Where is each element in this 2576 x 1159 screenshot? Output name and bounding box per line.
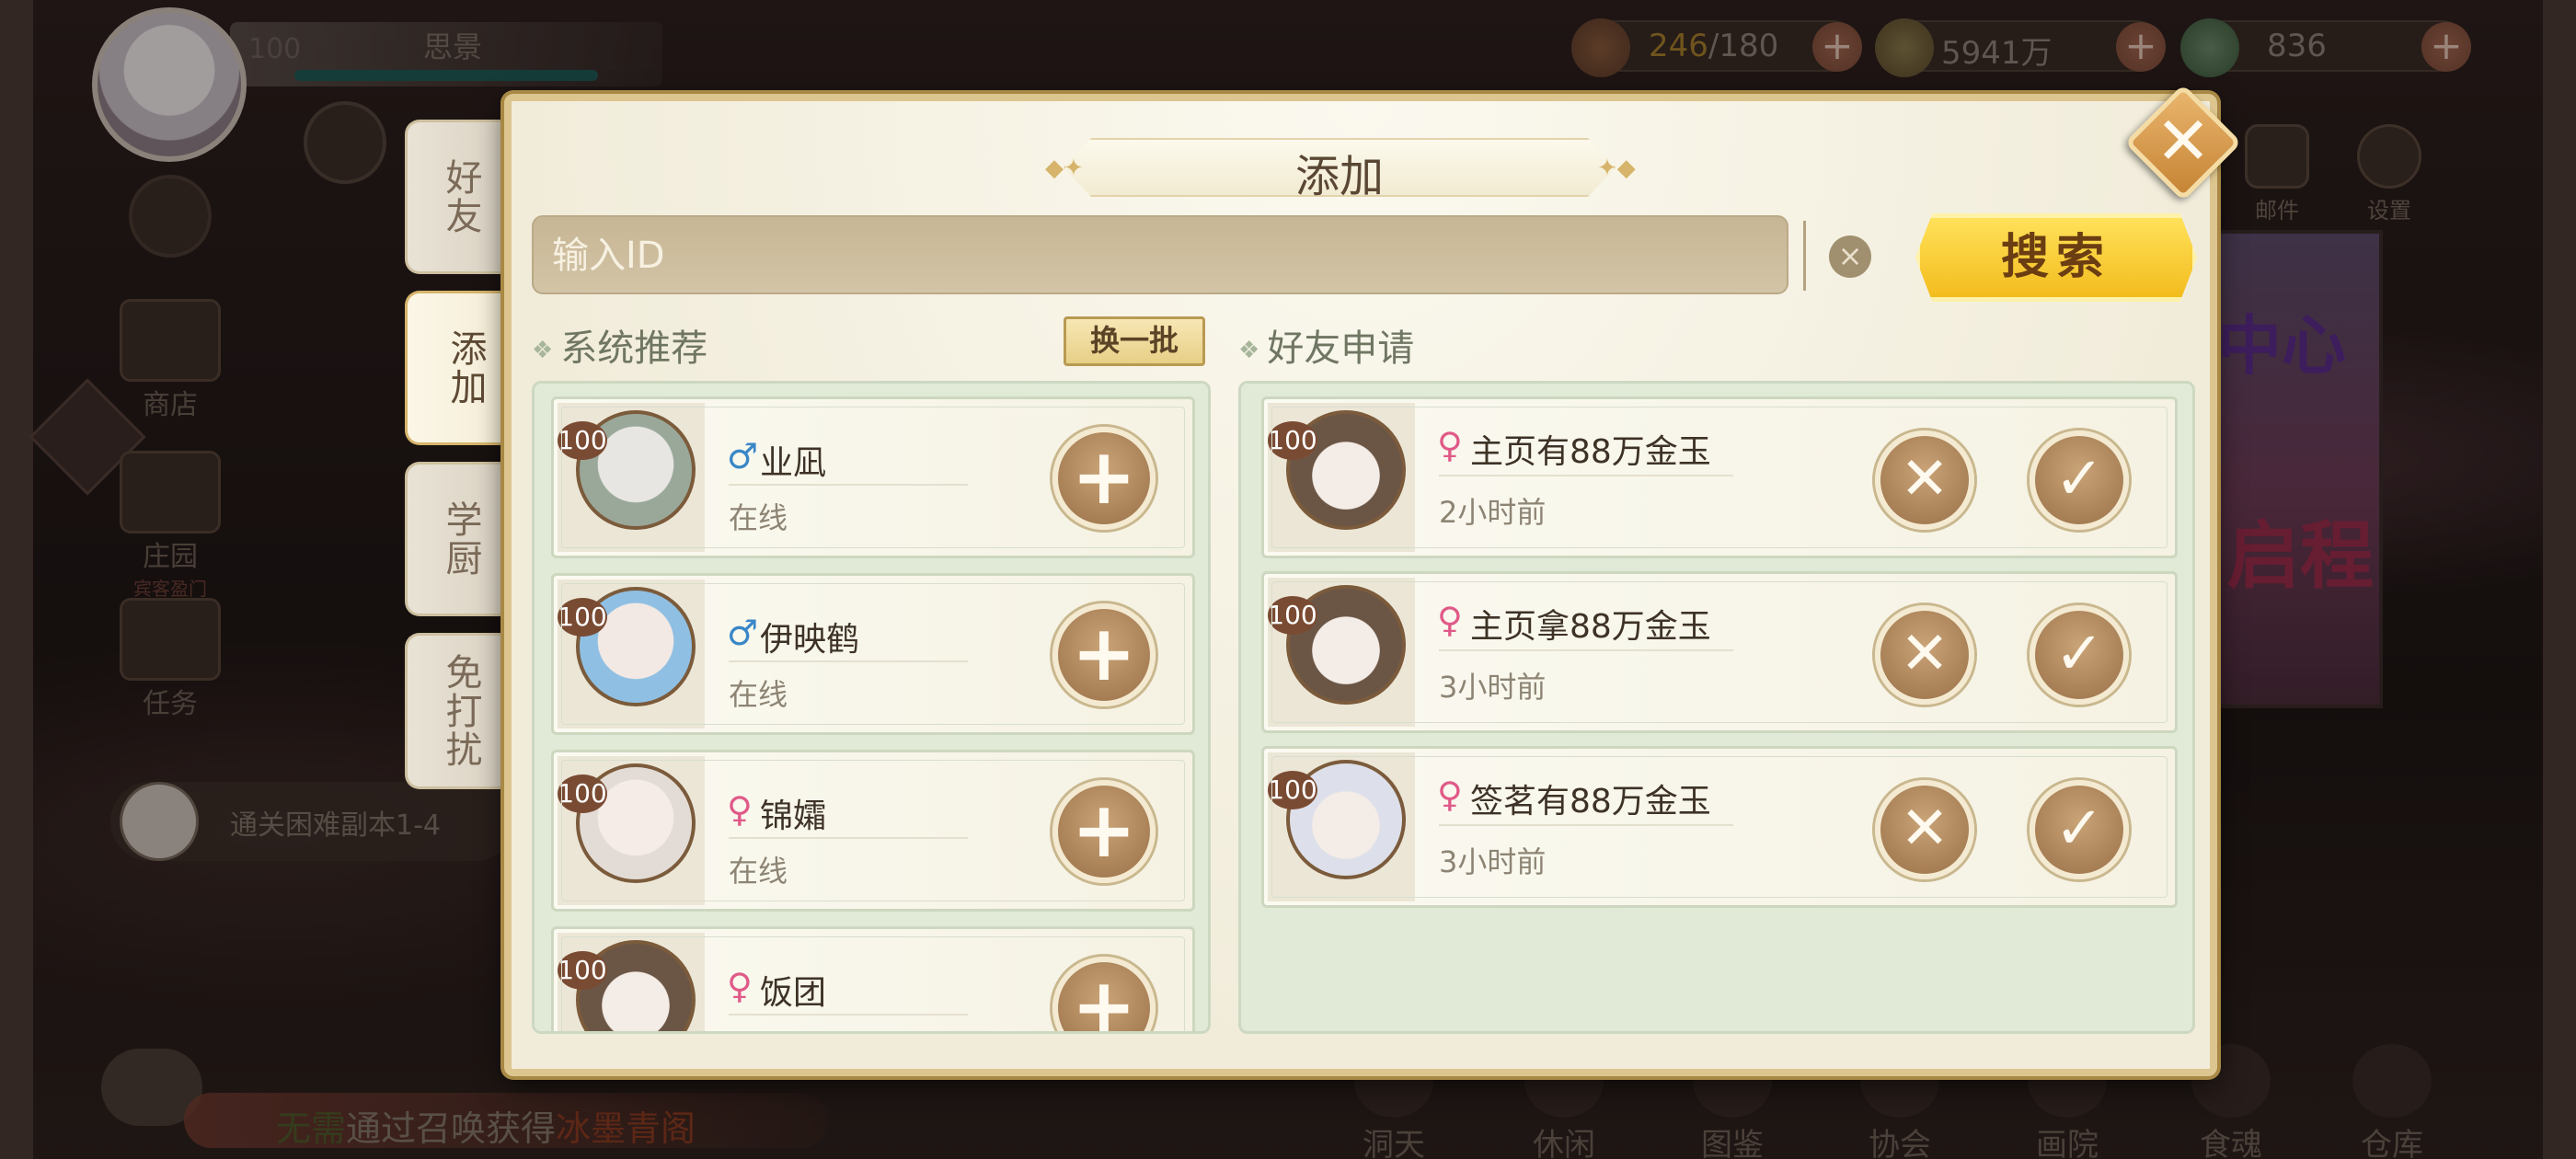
- tab-label: 学厨: [439, 500, 482, 578]
- list-item: 100 ♂ 伊映鹤 在线 +: [551, 573, 1195, 735]
- level-badge: 100: [558, 775, 607, 813]
- list-item: 100 ♀ 锦孀 在线 +: [551, 750, 1195, 912]
- search-bar: ×: [532, 215, 1871, 294]
- female-icon: ♀: [727, 789, 753, 830]
- tab-label: 免打扰: [439, 653, 482, 769]
- dialog-title: 添加: [1294, 151, 1384, 202]
- add-friend-button[interactable]: +: [1052, 957, 1156, 1031]
- requests-header: ❖ 好友申请: [1238, 318, 1414, 372]
- accept-button[interactable]: ✓: [2030, 605, 2129, 705]
- requests-title: 好友申请: [1267, 327, 1415, 370]
- tab-apprentice[interactable]: 学厨: [405, 462, 513, 616]
- online-status: 在线: [729, 500, 788, 535]
- search-input[interactable]: [552, 226, 1656, 285]
- reject-button[interactable]: ✕: [1875, 605, 1974, 705]
- online-status: 在线: [729, 854, 788, 889]
- level-badge: 100: [1268, 771, 1317, 809]
- accept-button[interactable]: ✓: [2030, 430, 2129, 530]
- player-name: 饭团: [760, 974, 827, 1012]
- level-badge: 100: [558, 951, 607, 990]
- add-friend-button[interactable]: +: [1052, 427, 1156, 530]
- male-icon: ♂: [727, 436, 759, 476]
- add-friend-button[interactable]: +: [1052, 780, 1156, 883]
- recommend-header: ❖ 系统推荐: [532, 318, 707, 372]
- reject-button[interactable]: ✕: [1875, 430, 1974, 530]
- request-time: 3小时前: [1439, 844, 1547, 879]
- female-icon: ♀: [727, 966, 753, 1006]
- recommend-title: 系统推荐: [560, 327, 708, 370]
- tab-label: 好友: [439, 158, 482, 235]
- recommend-list[interactable]: 100 ♂ 业凪 在线 + 100 ♂ 伊映鹤 在线 + 100 ♀ 锦孀 在线…: [532, 381, 1211, 1034]
- accept-button[interactable]: ✓: [2030, 780, 2129, 879]
- add-friend-button[interactable]: +: [1052, 603, 1156, 706]
- male-icon: ♂: [727, 613, 759, 653]
- request-time: 3小时前: [1439, 670, 1547, 705]
- player-name: 业凪: [760, 444, 827, 482]
- level-badge: 100: [558, 598, 607, 637]
- search-divider: [1803, 221, 1806, 291]
- level-badge: 100: [558, 421, 607, 460]
- list-item: 100 ♂ 业凪 在线 +: [551, 396, 1195, 558]
- tab-do-not-disturb[interactable]: 免打扰: [405, 633, 513, 789]
- player-name: 锦孀: [760, 798, 827, 835]
- player-name: 伊映鹤: [760, 621, 860, 659]
- diamond-bullet-icon: ❖: [532, 337, 554, 364]
- online-status: 在线: [729, 677, 788, 712]
- female-icon: ♀: [1437, 600, 1463, 640]
- list-item: 100 ♀ 主页拿88万金玉 3小时前 ✕ ✓: [1261, 571, 2178, 733]
- tab-label: 添加: [443, 329, 487, 407]
- search-button[interactable]: 搜索: [1915, 213, 2197, 302]
- player-name: 签茗有88万金玉: [1470, 783, 1711, 820]
- player-name: 主页拿88万金玉: [1470, 608, 1711, 646]
- requests-list[interactable]: 100 ♀ 主页有88万金玉 2小时前 ✕ ✓ 100 ♀ 主页拿88万金玉 3…: [1238, 381, 2195, 1034]
- list-item: 100 ♀ 主页有88万金玉 2小时前 ✕ ✓: [1261, 396, 2178, 558]
- refresh-button[interactable]: 换一批: [1064, 316, 1205, 366]
- tab-friends[interactable]: 好友: [405, 120, 513, 274]
- request-time: 2小时前: [1439, 495, 1547, 530]
- list-item: 100 ♀ 饭团 +: [551, 926, 1195, 1031]
- diamond-bullet-icon: ❖: [1238, 337, 1260, 364]
- reject-button[interactable]: ✕: [1875, 780, 1974, 879]
- player-name: 主页有88万金玉: [1470, 433, 1711, 471]
- female-icon: ♀: [1437, 425, 1463, 465]
- level-badge: 100: [1268, 596, 1317, 635]
- add-friend-dialog: ◆✦ ✦◆ 添加 × 搜索 ❖系统推荐 换一批 ❖好友申请 100 ♂ 业凪 在…: [504, 94, 2217, 1076]
- list-item: 100 ♀ 签茗有88万金玉 3小时前 ✕ ✓: [1261, 746, 2178, 908]
- close-icon[interactable]: ✕: [2142, 99, 2225, 182]
- clear-icon[interactable]: ×: [1829, 235, 1871, 278]
- female-icon: ♀: [1437, 775, 1463, 815]
- level-badge: 100: [1268, 421, 1317, 460]
